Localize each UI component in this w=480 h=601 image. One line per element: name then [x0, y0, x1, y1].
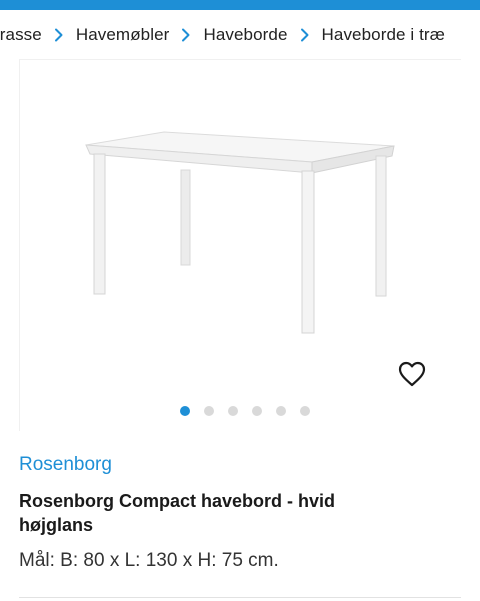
- pagination-dot-3[interactable]: [228, 406, 238, 416]
- pagination-dot-1[interactable]: [180, 406, 190, 416]
- chevron-right-icon: [42, 25, 76, 45]
- chevron-right-icon: [288, 25, 322, 45]
- product-dimensions: Mål: B: 80 x L: 130 x H: 75 cm.: [19, 550, 279, 571]
- heart-icon[interactable]: [397, 360, 427, 388]
- product-image[interactable]: [20, 60, 462, 432]
- chevron-right-icon: [169, 25, 203, 45]
- top-accent-bar: [0, 0, 480, 10]
- breadcrumb-item-havemobler[interactable]: Havemøbler: [76, 25, 170, 45]
- image-pagination-dots: [20, 406, 462, 418]
- pagination-dot-6[interactable]: [300, 406, 310, 416]
- product-image-gallery[interactable]: [19, 59, 462, 432]
- section-divider: [19, 597, 461, 598]
- breadcrumb-item-haveborde[interactable]: Haveborde: [203, 25, 287, 45]
- breadcrumb-item-haveborde-i-trae[interactable]: Haveborde i træ: [322, 25, 445, 45]
- breadcrumb-item-terrasse[interactable]: rrasse: [0, 25, 42, 45]
- pagination-dot-5[interactable]: [276, 406, 286, 416]
- product-title: Rosenborg Compact havebord - hvid højgla…: [19, 491, 336, 535]
- product-brand-link[interactable]: Rosenborg: [19, 454, 112, 476]
- breadcrumb: rrasse Havemøbler Haveborde Haveborde i …: [0, 10, 480, 60]
- pagination-dot-4[interactable]: [252, 406, 262, 416]
- pagination-dot-2[interactable]: [204, 406, 214, 416]
